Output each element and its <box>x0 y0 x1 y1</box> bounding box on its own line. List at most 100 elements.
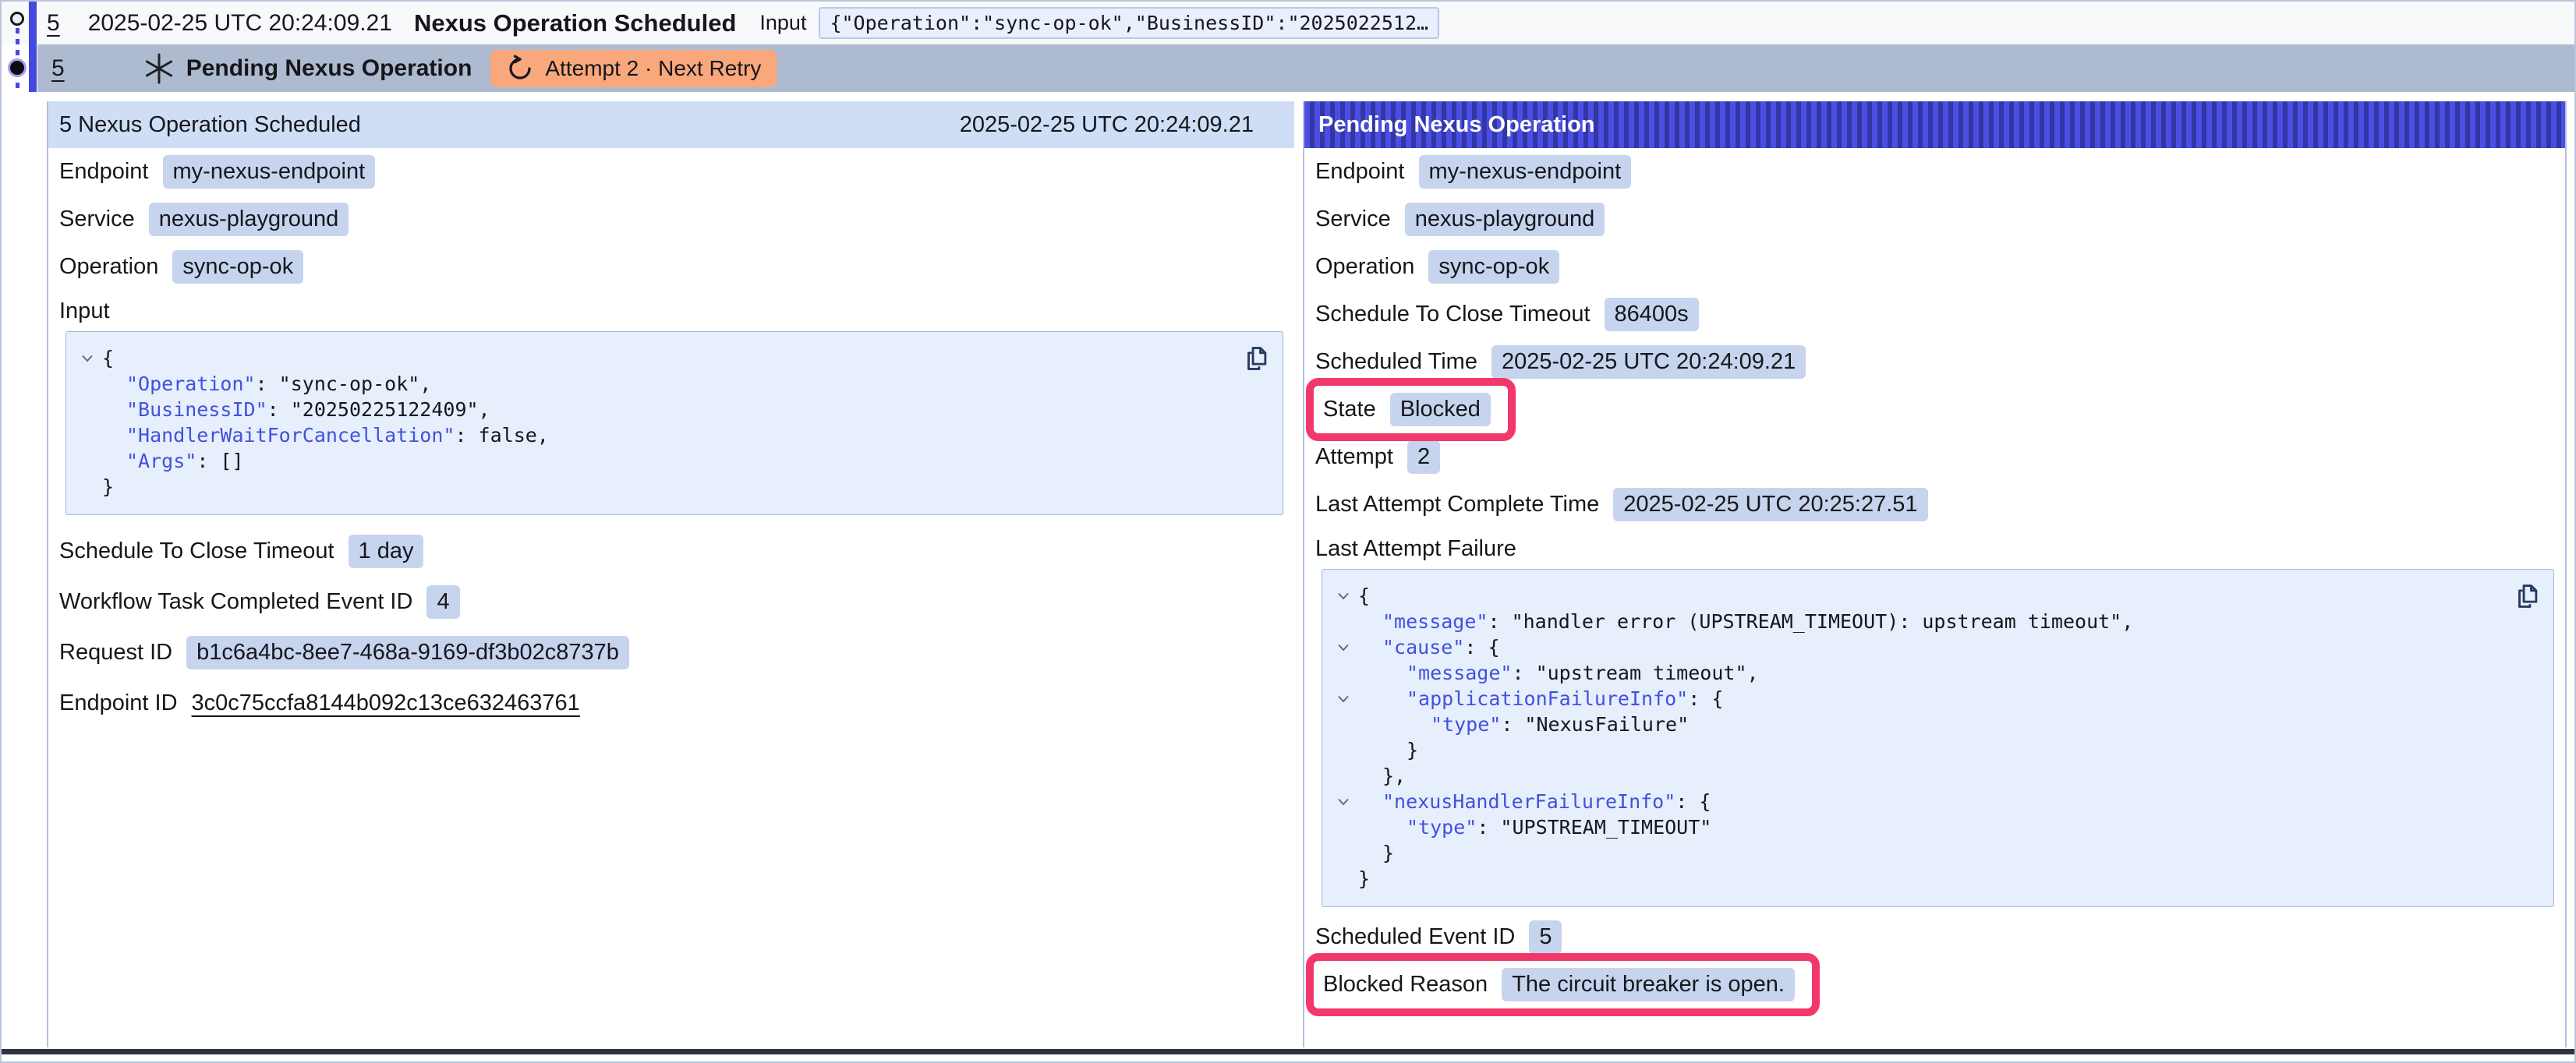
panel-header-title: Pending Nexus Operation <box>1318 112 1595 138</box>
json-line: "message": "upstream timeout", <box>1329 660 2507 686</box>
field-label: Scheduled Time <box>1315 349 1477 375</box>
field-label: Endpoint <box>1315 159 1405 185</box>
field-row-state: StateBlocked <box>1304 386 2565 433</box>
field-label: Blocked Reason <box>1323 972 1488 998</box>
window-bottom-edge <box>0 1049 2576 1054</box>
json-line: }, <box>1329 763 2507 789</box>
field-label: Endpoint ID <box>59 690 178 716</box>
panel-header-timestamp: 2025-02-25 UTC 20:24:09.21 <box>960 112 1254 138</box>
json-line: "applicationFailureInfo": { <box>1329 686 2507 712</box>
panel-header-title: 5 Nexus Operation Scheduled <box>59 112 361 138</box>
field-value-badge: The circuit breaker is open. <box>1502 968 1795 1001</box>
attempt-retry-badge: Attempt 2 · Next Retry <box>490 50 777 87</box>
panel-header-scheduled: 5 Nexus Operation Scheduled 2025-02-25 U… <box>48 101 1294 148</box>
json-line-gutter <box>1329 737 1358 763</box>
input-section-label: Input <box>48 291 1294 331</box>
field-label: Scheduled Event ID <box>1315 924 1515 950</box>
failure-section-label: Last Attempt Failure <box>1304 528 2565 569</box>
json-line: "HandlerWaitForCancellation": false, <box>73 422 1236 448</box>
input-preview-chip: {"Operation":"sync-op-ok","BusinessID":"… <box>819 7 1439 39</box>
field-label: Request ID <box>59 640 172 666</box>
field-value-badge: 2025-02-25 UTC 20:24:09.21 <box>1491 345 1806 379</box>
field-label: Endpoint <box>59 159 149 185</box>
field-label: Attempt <box>1315 444 1393 470</box>
field-value-link[interactable]: 3c0c75ccfa8144b092c13ce632463761 <box>192 690 580 716</box>
json-line-gutter <box>73 397 102 422</box>
json-line: { <box>1329 583 2507 609</box>
event-id-link[interactable]: 5 <box>51 55 65 82</box>
timeline-connector <box>16 28 19 90</box>
event-id-link[interactable]: 5 <box>47 10 60 37</box>
pending-title: Pending Nexus Operation <box>186 55 472 82</box>
json-line: } <box>1329 866 2507 892</box>
collapse-chevron-icon[interactable] <box>73 345 102 371</box>
json-line-gutter <box>73 371 102 397</box>
temporal-event-history-screen: 5 2025-02-25 UTC 20:24:09.21 Nexus Opera… <box>0 0 2576 1063</box>
json-line-gutter <box>1329 712 1358 737</box>
field-row-service: Servicenexus-playground <box>1304 196 2565 243</box>
json-line-gutter <box>73 474 102 500</box>
panel-header-pending: Pending Nexus Operation <box>1304 101 2565 148</box>
retry-icon <box>506 55 534 83</box>
field-value-badge: 2025-02-25 UTC 20:25:27.51 <box>1613 488 1927 521</box>
field-row-endpoint: Endpointmy-nexus-endpoint <box>48 148 1294 196</box>
field-label: Operation <box>59 254 158 280</box>
collapse-chevron-icon[interactable] <box>1329 789 1358 814</box>
event-title: Nexus Operation Scheduled <box>414 9 736 37</box>
field-row-last-attempt-complete-time: Last Attempt Complete Time 2025-02-25 UTC… <box>1304 481 2565 528</box>
timeline-event-dot-filled[interactable] <box>10 61 24 75</box>
field-value-badge: 1 day <box>349 535 424 568</box>
event-timestamp: 2025-02-25 UTC 20:24:09.21 <box>88 10 392 37</box>
field-label: Service <box>59 207 135 232</box>
collapse-chevron-icon[interactable] <box>1329 583 1358 609</box>
field-value-badge: sync-op-ok <box>172 250 303 284</box>
field-label: Schedule To Close Timeout <box>1315 302 1591 327</box>
collapse-chevron-icon[interactable] <box>1329 686 1358 712</box>
field-value-badge: b1c6a4bc-8ee7-468a-9169-df3b02c8737b <box>186 636 629 669</box>
json-line: } <box>1329 840 2507 866</box>
field-label: Schedule To Close Timeout <box>59 539 334 564</box>
json-line: "type": "NexusFailure" <box>1329 712 2507 737</box>
field-value-badge: 2 <box>1407 440 1440 474</box>
annotation-highlight-box: StateBlocked <box>1306 378 1516 441</box>
pending-operation-detail-panel: Pending Nexus Operation Endpoint my-nexus… <box>1303 101 2567 1047</box>
timeline-accent-bar <box>29 2 37 92</box>
field-value-badge: Blocked <box>1390 393 1491 426</box>
copy-button[interactable] <box>1239 341 1273 376</box>
json-line: "Operation": "sync-op-ok", <box>73 371 1236 397</box>
json-line-gutter <box>73 448 102 474</box>
field-value-badge: nexus-playground <box>149 203 349 236</box>
event-detail-panel-scheduled: 5 Nexus Operation Scheduled 2025-02-25 U… <box>47 101 1294 1047</box>
timeline-event-dot-open[interactable] <box>10 12 24 26</box>
field-value-badge: 5 <box>1529 920 1562 954</box>
field-row-operation: Operation sync-op-ok <box>48 243 1294 291</box>
field-row-schedule-to-close-timeout: Schedule To Close Timeout86400s <box>1304 291 2565 338</box>
json-line-gutter <box>1329 866 1358 892</box>
input-label: Input <box>759 11 806 35</box>
collapse-chevron-icon[interactable] <box>1329 634 1358 660</box>
json-line: "type": "UPSTREAM_TIMEOUT" <box>1329 814 2507 840</box>
json-line: } <box>73 474 1236 500</box>
field-value-badge: nexus-playground <box>1405 203 1605 236</box>
json-line: "BusinessID": "20250225122409", <box>73 397 1236 422</box>
field-label: Last Attempt Complete Time <box>1315 492 1599 517</box>
json-line-gutter <box>73 422 102 448</box>
json-line: "cause": { <box>1329 634 2507 660</box>
event-row-nexus-operation-scheduled[interactable]: 5 2025-02-25 UTC 20:24:09.21 Nexus Opera… <box>2 2 2574 44</box>
field-value-badge: my-nexus-endpoint <box>1419 155 1632 189</box>
copy-button[interactable] <box>2510 579 2544 613</box>
field-row-endpoint-id: Endpoint ID 3c0c75ccfa8144b092c13ce632463… <box>48 678 1294 729</box>
json-line-gutter <box>1329 814 1358 840</box>
field-label: Workflow Task Completed Event ID <box>59 589 412 615</box>
field-label: Operation <box>1315 254 1414 280</box>
json-line-gutter <box>1329 763 1358 789</box>
field-row-operation: Operation sync-op-ok <box>1304 243 2565 291</box>
json-line-gutter <box>1329 660 1358 686</box>
json-line: "nexusHandlerFailureInfo": { <box>1329 789 2507 814</box>
field-row-endpoint: Endpoint my-nexus-endpoint <box>1304 148 2565 196</box>
annotation-highlight-box: Blocked Reason The circuit breaker is ope… <box>1306 953 1820 1016</box>
json-line: "message": "handler error (UPSTREAM_TIME… <box>1329 609 2507 634</box>
pending-nexus-operation-row[interactable]: 5 Pending Nexus Operation Attempt 2 · Ne… <box>37 44 2574 92</box>
field-value-badge: sync-op-ok <box>1428 250 1559 284</box>
field-row-service: Service nexus-playground <box>48 196 1294 243</box>
